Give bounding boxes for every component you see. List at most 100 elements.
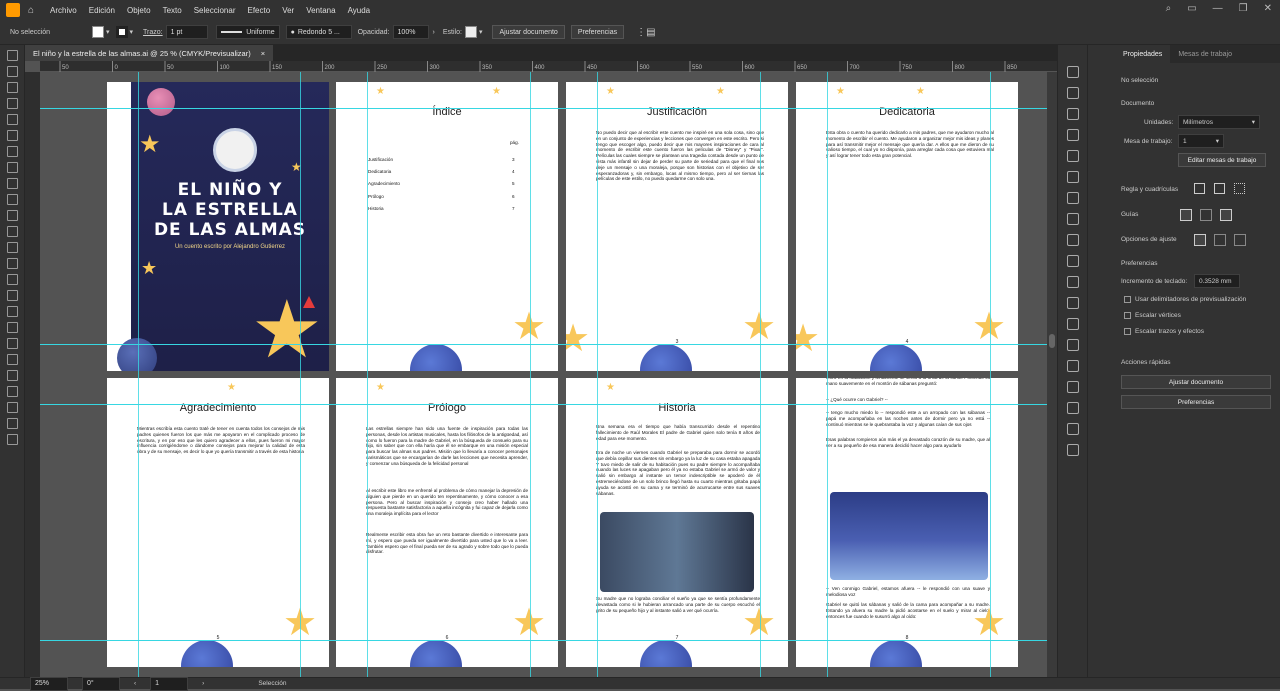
snap-pixel-icon[interactable] [1214, 234, 1226, 246]
zoom-dropdown[interactable]: 25% [30, 676, 68, 691]
opentype-icon[interactable] [1066, 108, 1079, 120]
preferences-panel-button[interactable]: Preferencias [1121, 395, 1271, 409]
artboard-dedicatoria[interactable]: ★ ★ Dedicatoria Esta obra o cuento ha qu… [796, 82, 1018, 371]
swatches-icon[interactable] [1066, 360, 1079, 372]
slice-tool-icon[interactable] [7, 402, 18, 413]
snap-point-icon[interactable] [1194, 234, 1206, 246]
artboard-justificacion[interactable]: ★ ★ Justificación No puedo decir que al … [566, 82, 788, 371]
artboard-historia[interactable]: ★ Historia Una semana era el tiempo que … [566, 378, 788, 667]
artboard-dropdown[interactable]: 1 ▾ [1178, 134, 1224, 148]
guide-vertical[interactable] [827, 72, 828, 677]
scale-corners-checkbox[interactable]: Escalar vértices [1124, 312, 1181, 319]
stroke-swatch[interactable] [115, 26, 128, 38]
menu-edicion[interactable]: Edición [83, 6, 121, 15]
eyedropper-tool-icon[interactable] [7, 338, 18, 349]
artboard-cover[interactable]: ★ ★ EL NIÑO Y LA ESTRELLA DE LAS ALMAS U… [107, 82, 329, 371]
snap-glyph-icon[interactable] [1234, 234, 1246, 246]
artboard-indice[interactable]: ★ ★ Índice pág. Justificación 3 Dedicato… [336, 82, 558, 371]
gradient-icon[interactable] [1066, 423, 1079, 435]
free-transform-tool-icon[interactable] [7, 258, 18, 269]
artboard-prologo[interactable]: ★ Prólogo Las estrellas siempre han sido… [336, 378, 558, 667]
guide-vertical[interactable] [300, 72, 301, 677]
transform-icon[interactable] [1066, 255, 1079, 267]
scroll-thumb[interactable] [1049, 334, 1055, 348]
chevron-down-icon[interactable]: ▾ [479, 28, 483, 36]
stroke-profile-dropdown[interactable]: Uniforme [215, 25, 280, 39]
guide-horizontal[interactable] [40, 344, 1057, 345]
tab-mesas-de-trabajo[interactable]: Mesas de trabajo [1170, 45, 1240, 63]
artboards-icon[interactable] [1066, 192, 1079, 204]
guide-vertical[interactable] [990, 72, 991, 677]
pencil-tool-icon[interactable] [7, 130, 18, 141]
artboard-number-field[interactable]: 1 [150, 676, 189, 691]
blend-tool-icon[interactable] [7, 354, 18, 365]
mesh-tool-icon[interactable] [7, 306, 18, 317]
minimize-icon[interactable]: — [1213, 3, 1223, 14]
color-icon[interactable] [1066, 339, 1079, 351]
stack-icon[interactable] [1066, 234, 1079, 246]
curvature-tool-icon[interactable] [7, 98, 18, 109]
stroke-weight-field[interactable]: 1 pt [165, 25, 208, 39]
menu-texto[interactable]: Texto [157, 6, 188, 15]
character-icon[interactable] [1066, 66, 1079, 78]
rectangle-tool-icon[interactable] [7, 146, 18, 157]
zoom-tool-icon[interactable] [7, 434, 18, 445]
preview-bounds-checkbox[interactable]: Usar delimitadores de previsualización [1124, 296, 1246, 303]
fit-document-button[interactable]: Ajustar documento [492, 25, 565, 39]
next-artboard-icon[interactable]: › [202, 680, 204, 687]
paragraph-icon[interactable] [1066, 87, 1079, 99]
play-actions-icon[interactable] [1066, 150, 1079, 162]
menu-ventana[interactable]: Ventana [300, 6, 341, 15]
units-dropdown[interactable]: Milímetros ▾ [1178, 115, 1260, 129]
chevron-down-icon[interactable]: ▾ [130, 28, 134, 36]
fill-swatch[interactable] [92, 26, 104, 38]
menu-ver[interactable]: Ver [276, 6, 300, 15]
guide-horizontal[interactable] [40, 108, 1057, 109]
menu-objeto[interactable]: Objeto [121, 6, 157, 15]
vertical-scrollbar[interactable] [1047, 72, 1057, 677]
appearance-icon[interactable] [1066, 444, 1079, 456]
width-tool-icon[interactable] [7, 242, 18, 253]
align-icon[interactable] [1066, 276, 1079, 288]
selection-tool-icon[interactable] [7, 50, 18, 61]
layers-icon[interactable] [1066, 129, 1079, 141]
guide-horizontal[interactable] [40, 640, 1057, 641]
brushes-icon[interactable] [1066, 381, 1079, 393]
artboard-tool-icon[interactable] [7, 386, 18, 397]
menu-seleccionar[interactable]: Seleccionar [188, 6, 242, 15]
ruler-toggle-icon[interactable] [1194, 183, 1205, 194]
edit-artboards-button[interactable]: Editar mesas de trabajo [1178, 153, 1266, 167]
maximize-icon[interactable]: ❐ [1239, 3, 1248, 14]
brush-tool-icon[interactable] [7, 114, 18, 125]
pen-tool-icon[interactable] [7, 82, 18, 93]
tab-propiedades[interactable]: Propiedades [1115, 45, 1171, 63]
menu-efecto[interactable]: Efecto [242, 6, 277, 15]
grid-toggle-icon[interactable] [1214, 183, 1225, 194]
guide-horizontal[interactable] [40, 404, 1057, 405]
prev-artboard-icon[interactable]: ‹ [134, 680, 136, 687]
shape-builder-tool-icon[interactable] [7, 274, 18, 285]
stroke-panel-icon[interactable] [1066, 402, 1079, 414]
transparency-grid-icon[interactable] [1234, 183, 1245, 194]
chevron-right-icon[interactable]: › [433, 29, 435, 36]
home-icon[interactable]: ⌂ [28, 5, 34, 16]
keyboard-increment-field[interactable]: 0.3528 mm [1194, 274, 1240, 288]
close-tab-icon[interactable]: × [261, 49, 265, 58]
pathfinder-icon[interactable] [1066, 297, 1079, 309]
lock-guides-icon[interactable] [1200, 209, 1212, 221]
guide-vertical[interactable] [138, 72, 139, 677]
scale-strokes-checkbox[interactable]: Escalar trazos y efectos [1124, 328, 1204, 335]
symbol-sprayer-tool-icon[interactable] [7, 370, 18, 381]
eraser-tool-icon[interactable] [7, 226, 18, 237]
brush-dropdown[interactable]: ● Redondo 5 ... [285, 25, 352, 39]
style-swatch[interactable] [464, 26, 477, 38]
arrange-icon[interactable]: ⋮▤ [636, 27, 655, 38]
artboard-page-8[interactable]: entró en la habitación y lentamente se s… [796, 378, 1018, 667]
preferences-button[interactable]: Preferencias [570, 25, 625, 39]
type-tool-icon[interactable] [7, 178, 18, 189]
links-icon[interactable] [1066, 213, 1079, 225]
document-tab[interactable]: El niño y la estrella de las almas.ai @ … [25, 45, 274, 61]
opacity-field[interactable]: 100% [392, 25, 429, 39]
menu-archivo[interactable]: Archivo [44, 6, 83, 15]
fit-document-panel-button[interactable]: Ajustar documento [1121, 375, 1271, 389]
